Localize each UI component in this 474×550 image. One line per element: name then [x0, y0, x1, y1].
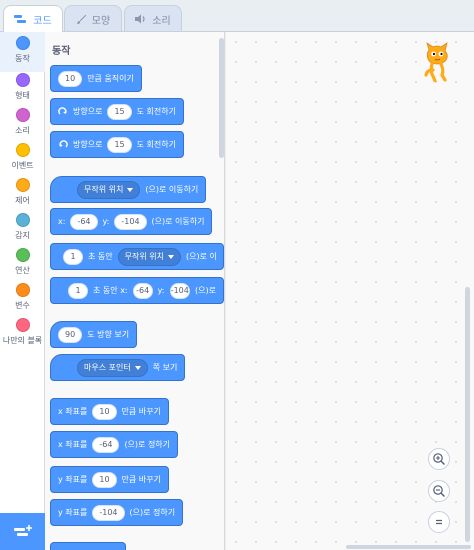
category-events[interactable]: 이벤트: [0, 139, 45, 179]
sprite-cat-icon: [424, 42, 448, 82]
block-move-steps[interactable]: 10 만큼 움직이기: [50, 65, 142, 92]
workspace-scrollbar-horizontal[interactable]: [346, 545, 471, 549]
category-dot-events: [15, 143, 30, 157]
set-y-input[interactable]: -104: [92, 504, 125, 521]
goto-target-dropdown[interactable]: 무작위 위치: [77, 180, 141, 199]
category-dot-variables: [15, 283, 30, 297]
category-sound[interactable]: 소리: [0, 104, 45, 144]
workspace-scrollbar-vertical[interactable]: [465, 287, 470, 542]
dropdown-caret-icon: [127, 187, 134, 192]
block-change-y[interactable]: y 좌표를 10 만큼 바꾸기: [50, 466, 169, 493]
category-dot-control: [15, 178, 30, 192]
zoom-out-icon: [433, 485, 445, 497]
category-dot-operators: [15, 248, 30, 262]
scratch-editor: 코드 모양 소리 동작 형태 소리 이벤트 제어 감지 연산 변수 나만의 블록…: [0, 0, 474, 550]
block-point-direction[interactable]: 90 도 방향 보기: [50, 321, 138, 348]
block-point-towards[interactable]: 마우스 포인터 쪽 보기: [50, 354, 186, 381]
block-goto-xy[interactable]: x: -64 y: -104 (으)로 이동하기: [50, 208, 213, 235]
tab-sounds-label: 소리: [152, 15, 171, 27]
script-workspace[interactable]: [226, 32, 474, 550]
category-dot-sound: [15, 108, 30, 122]
glide-x-input[interactable]: -64: [132, 282, 153, 299]
category-motion[interactable]: 동작: [0, 32, 45, 72]
zoom-in-icon: [433, 453, 445, 465]
category-dot-motion: [15, 36, 30, 50]
set-x-input[interactable]: -64: [92, 436, 120, 453]
rotate-left-icon: [59, 139, 68, 148]
code-area: 동작 형태 소리 이벤트 제어 감지 연산 변수 나만의 블록 동작 10 만큼…: [0, 31, 474, 550]
block-change-x[interactable]: x 좌표를 10 만큼 바꾸기: [50, 398, 169, 425]
glide-xy-seconds-input[interactable]: 1: [68, 282, 89, 299]
zoom-reset-icon: [436, 519, 442, 525]
turn-right-degrees-input[interactable]: 15: [107, 103, 132, 120]
change-x-input[interactable]: 10: [92, 403, 117, 420]
code-icon: [14, 15, 27, 23]
block-set-x[interactable]: x 좌표를 -64 (으)로 정하기: [50, 431, 179, 458]
tab-sounds[interactable]: 소리: [124, 5, 182, 32]
block-glide-to[interactable]: 1 초 동안 무작위 위치 (으)로 이: [50, 243, 224, 270]
editor-tabs: 코드 모양 소리: [0, 0, 474, 32]
category-menu: 동작 형태 소리 이벤트 제어 감지 연산 변수 나만의 블록: [0, 32, 45, 550]
change-y-input[interactable]: 10: [92, 471, 117, 488]
direction-input[interactable]: 90: [58, 326, 83, 343]
block-turn-left[interactable]: 방향으로 15 도 회전하기: [50, 131, 184, 158]
glide-seconds-input[interactable]: 1: [63, 248, 83, 265]
block-glide-xy[interactable]: 1 초 동안 x: -64 y: -104 (으)로: [50, 277, 224, 304]
zoom-in-button[interactable]: [428, 448, 450, 470]
add-extension-button[interactable]: [0, 513, 45, 550]
zoom-reset-button[interactable]: [428, 511, 450, 533]
tab-costumes[interactable]: 모양: [64, 5, 122, 32]
category-my-blocks[interactable]: 나만의 블록: [0, 314, 45, 354]
add-extension-icon: [13, 525, 32, 536]
goto-x-input[interactable]: -64: [70, 213, 98, 230]
tab-costumes-label: 모양: [91, 15, 111, 27]
category-variables[interactable]: 변수: [0, 279, 45, 319]
turn-left-degrees-input[interactable]: 15: [107, 136, 132, 153]
costume-brush-icon: [76, 14, 86, 24]
glide-y-input[interactable]: -104: [169, 282, 191, 299]
speaker-icon: [135, 14, 145, 24]
goto-y-input[interactable]: -104: [114, 213, 147, 230]
rotate-right-icon: [58, 106, 67, 115]
move-steps-input[interactable]: 10: [58, 70, 83, 87]
category-operators[interactable]: 연산: [0, 244, 45, 284]
point-towards-dropdown[interactable]: 마우스 포인터: [77, 358, 148, 377]
palette-title: 동작: [52, 46, 71, 57]
category-dot-my-blocks: [15, 318, 30, 332]
category-looks[interactable]: 형태: [0, 69, 45, 109]
palette-scrollbar[interactable]: [219, 38, 224, 158]
tab-code[interactable]: 코드: [3, 5, 63, 32]
category-sensing[interactable]: 감지: [0, 209, 45, 249]
block-set-y[interactable]: y 좌표를 -104 (으)로 정하기: [50, 499, 184, 526]
dropdown-caret-icon: [134, 365, 141, 370]
block-turn-right[interactable]: 방향으로 15 도 회전하기: [50, 98, 184, 125]
block-goto[interactable]: 무작위 위치 (으)로 이동하기: [50, 176, 207, 203]
category-dot-sensing: [15, 213, 30, 227]
category-dot-looks: [15, 73, 30, 87]
dropdown-caret-icon: [167, 254, 174, 259]
tab-code-label: 코드: [33, 15, 52, 27]
block-partial[interactable]: [50, 542, 126, 550]
zoom-out-button[interactable]: [428, 480, 450, 502]
block-palette: 동작 10 만큼 움직이기 방향으로 15 도 회전하기 방향으로 15 도 회…: [45, 32, 225, 550]
glide-target-dropdown[interactable]: 무작위 위치: [117, 247, 181, 266]
category-control[interactable]: 제어: [0, 174, 45, 214]
